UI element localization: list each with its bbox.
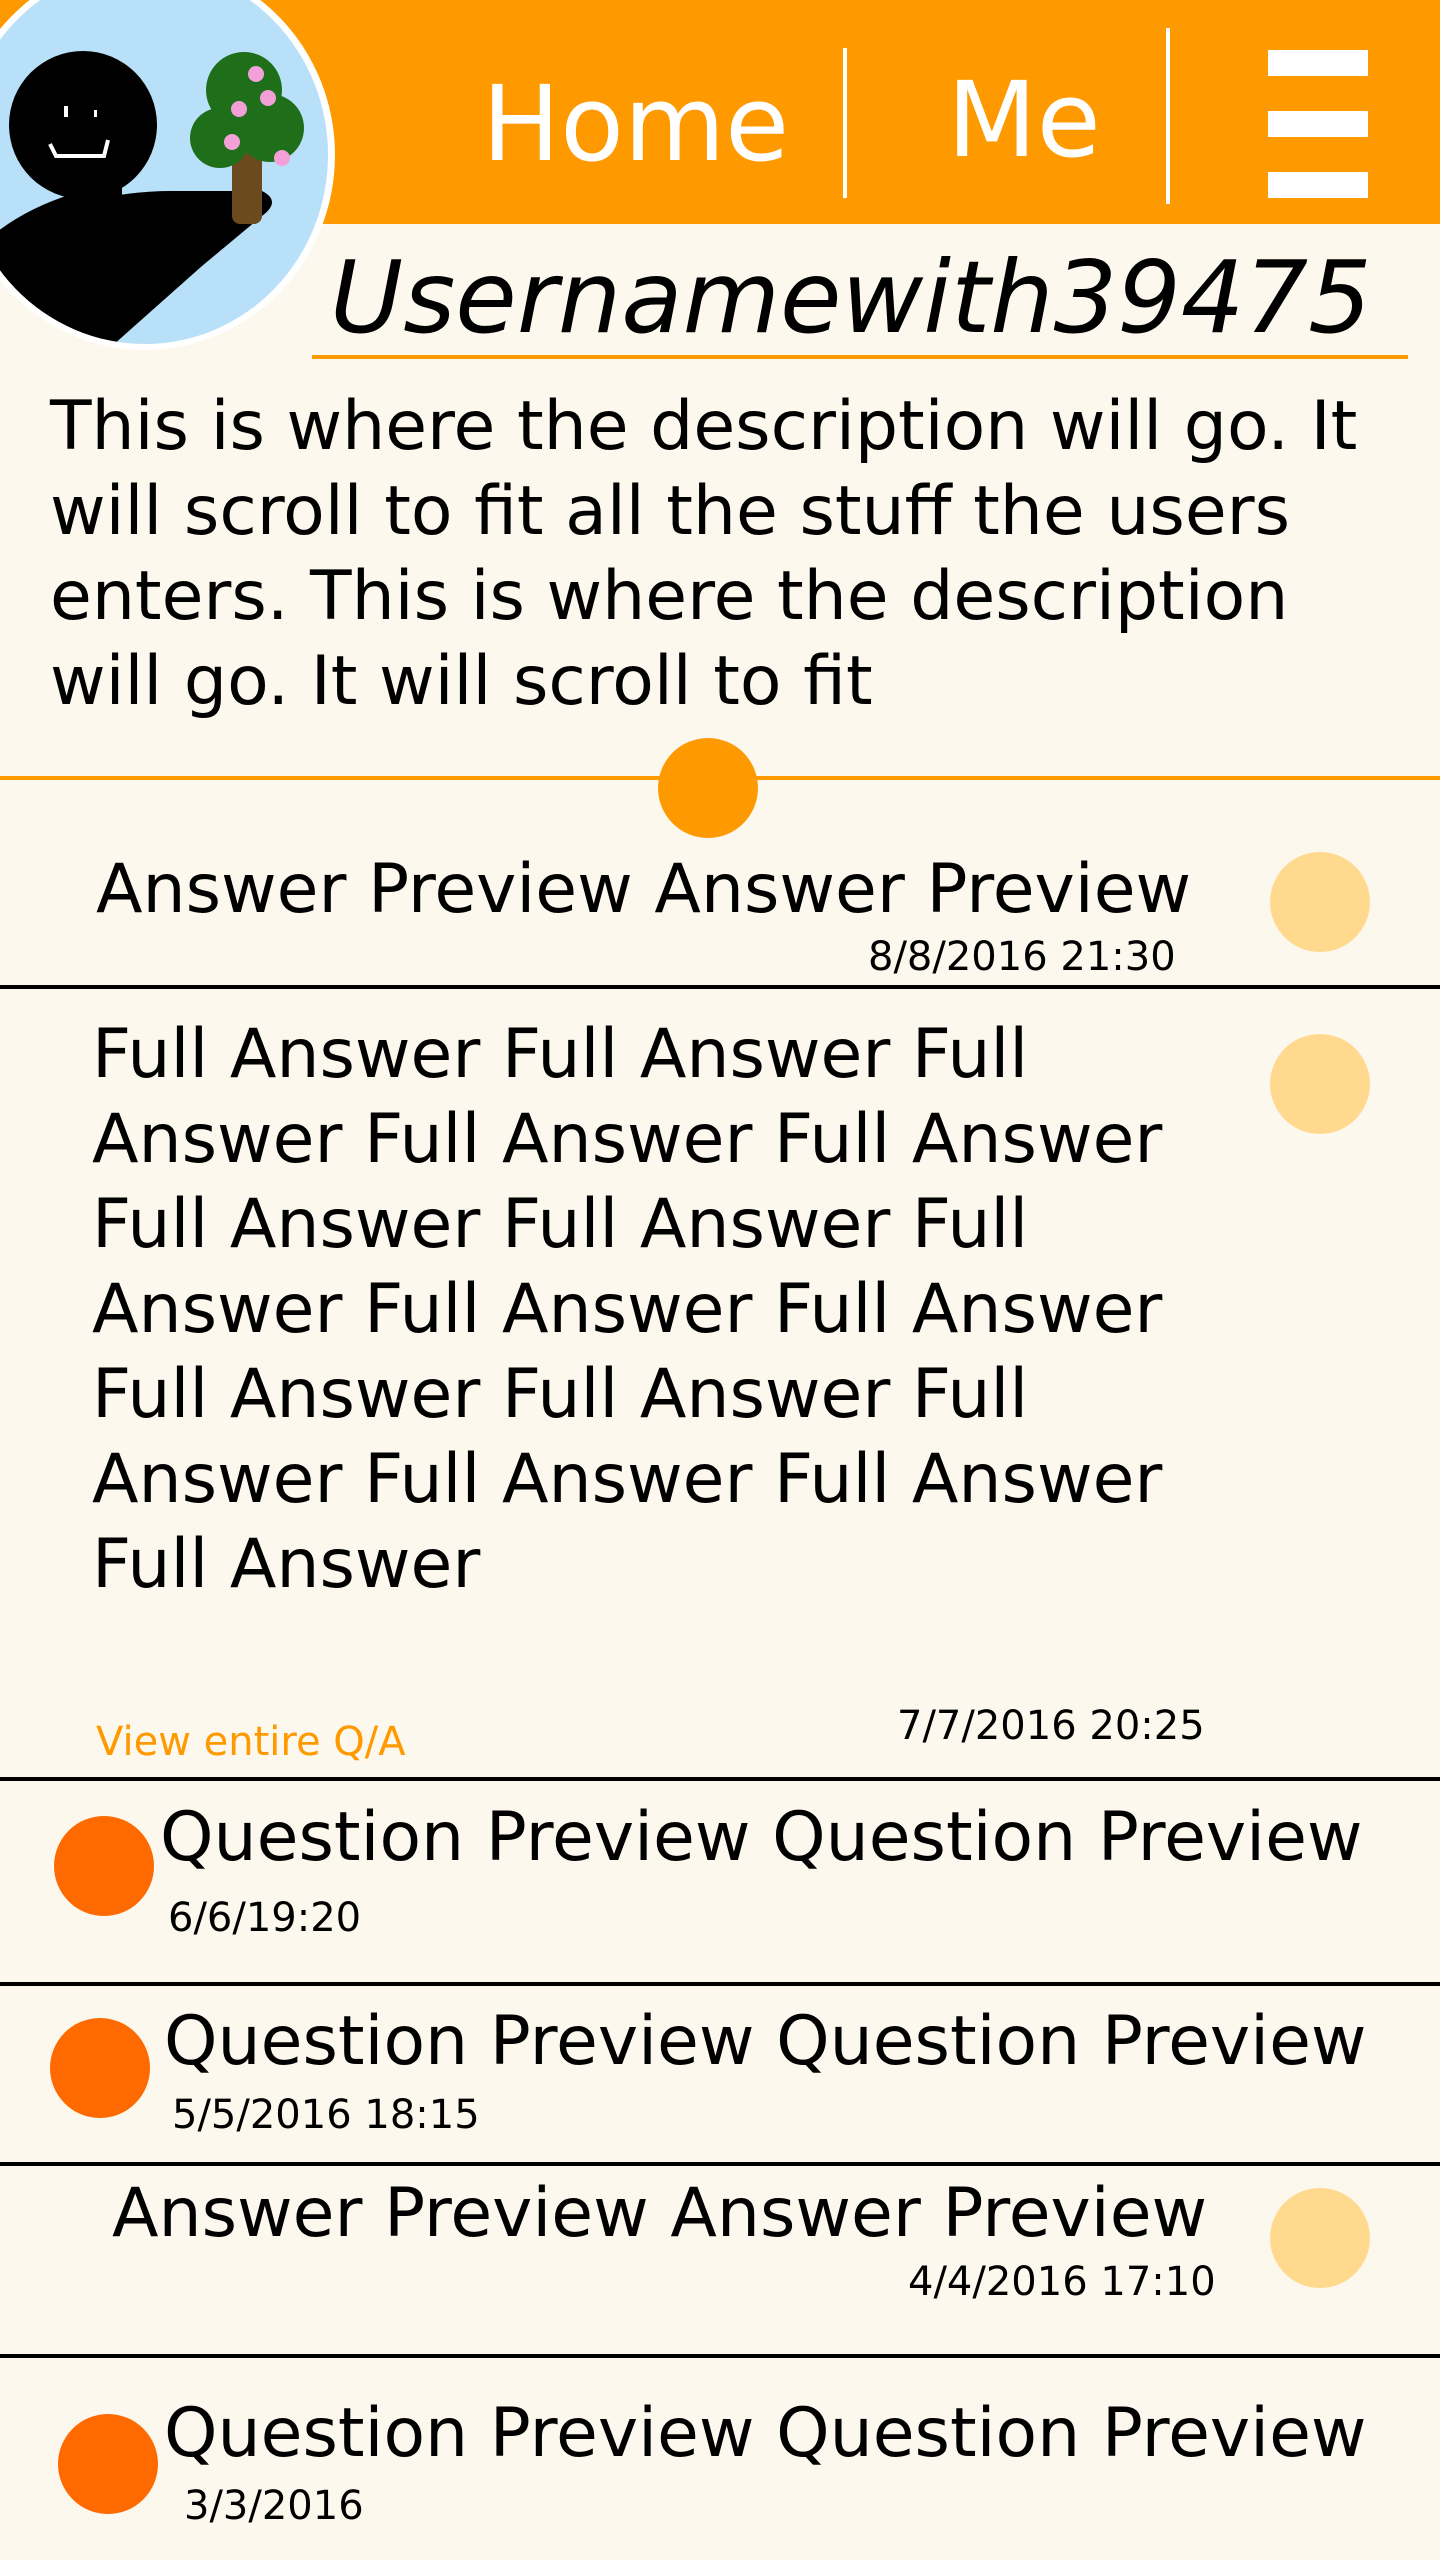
view-entire-qa-link[interactable]: View entire Q/A <box>96 1722 406 1762</box>
timestamp: 4/4/2016 17:10 <box>908 2259 1216 2305</box>
item-divider <box>0 1777 1440 1781</box>
item-divider <box>0 2162 1440 2166</box>
answer-dot-icon[interactable] <box>1270 852 1370 952</box>
username-underline <box>312 355 1408 359</box>
question-dot-icon[interactable] <box>58 2414 158 2514</box>
nav-divider <box>843 48 847 198</box>
full-answer-text: Full Answer Full Answer Full Answer Full… <box>92 1015 1163 1604</box>
question-dot-icon[interactable] <box>50 2018 150 2118</box>
timestamp: 5/5/2016 18:15 <box>172 2092 480 2138</box>
answer-preview-title[interactable]: Answer Preview Answer Preview <box>112 2180 1207 2248</box>
drag-handle[interactable] <box>658 738 758 838</box>
answer-dot-icon[interactable] <box>1270 1034 1370 1134</box>
username: Usernamewith39475 <box>330 239 1372 356</box>
timestamp: 8/8/2016 21:30 <box>868 934 1176 980</box>
question-preview-title[interactable]: Question Preview Question Preview <box>164 2400 1367 2468</box>
hamburger-menu-icon[interactable] <box>1268 50 1368 198</box>
nav-divider <box>1166 28 1170 204</box>
timestamp: 6/6/19:20 <box>168 1895 362 1941</box>
answer-preview-title[interactable]: Answer Preview Answer Preview <box>96 856 1191 924</box>
timestamp: 3/3/2016 <box>184 2483 364 2529</box>
item-divider <box>0 1982 1440 1986</box>
answer-dot-icon[interactable] <box>1270 2188 1370 2288</box>
question-dot-icon[interactable] <box>54 1816 154 1916</box>
question-preview-title[interactable]: Question Preview Question Preview <box>164 2008 1367 2076</box>
item-divider <box>0 2354 1440 2358</box>
timestamp: 7/7/2016 20:25 <box>897 1703 1205 1749</box>
item-divider <box>0 985 1440 989</box>
nav-me-link[interactable]: Me <box>947 68 1101 172</box>
profile-description: This is where the description will go. I… <box>50 387 1358 721</box>
question-preview-title[interactable]: Question Preview Question Preview <box>160 1804 1363 1872</box>
nav-home-link[interactable]: Home <box>482 72 789 176</box>
